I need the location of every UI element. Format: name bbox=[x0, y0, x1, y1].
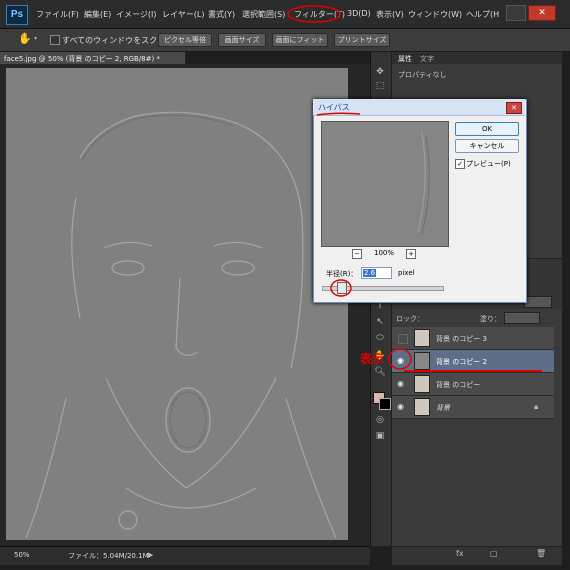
hand-tool-icon[interactable]: ✋ bbox=[18, 31, 32, 47]
fit-screen-size-button[interactable]: 画面サイズ bbox=[218, 33, 266, 47]
eye-icon[interactable]: ◉ bbox=[397, 402, 404, 411]
opacity-field[interactable] bbox=[524, 296, 552, 308]
tab-character[interactable]: 文字 bbox=[420, 54, 434, 64]
tab-properties[interactable]: 属性 bbox=[398, 54, 412, 64]
title-underline-annotation bbox=[316, 112, 361, 116]
menu-image[interactable]: イメージ(I) bbox=[116, 9, 156, 20]
preview-pane[interactable] bbox=[321, 121, 449, 247]
ok-button[interactable]: OK bbox=[455, 122, 519, 136]
status-bar bbox=[0, 546, 370, 565]
layer-thumbnail bbox=[414, 352, 430, 370]
path-selection-tool-icon[interactable]: ↖ bbox=[372, 316, 388, 328]
layer-thumbnail bbox=[414, 375, 430, 393]
visibility-toggle[interactable] bbox=[398, 334, 408, 344]
chevron-down-icon[interactable]: ▾ bbox=[34, 35, 42, 43]
zoom-level[interactable]: 50% bbox=[14, 551, 30, 559]
fill-field[interactable] bbox=[504, 312, 540, 324]
status-arrow-icon[interactable]: ▶ bbox=[148, 551, 153, 559]
menu-layer[interactable]: レイヤー(L) bbox=[162, 9, 204, 20]
menu-help[interactable]: ヘルプ(H bbox=[466, 9, 499, 20]
cancel-button[interactable]: キャンセル bbox=[455, 139, 519, 153]
annotation-circle bbox=[388, 348, 412, 370]
layer-row[interactable]: ◉ 背景 🔒︎ bbox=[392, 396, 554, 419]
properties-tabs bbox=[392, 52, 562, 64]
fit-on-screen-button[interactable]: 画面にフィット bbox=[272, 33, 328, 47]
scroll-all-checkbox[interactable] bbox=[50, 35, 60, 45]
menu-file[interactable]: ファイル(F) bbox=[36, 9, 79, 20]
layer-name: 背景 のコピー 2 bbox=[436, 358, 487, 366]
radius-unit: pixel bbox=[398, 269, 415, 277]
properties-empty-text: プロパティなし bbox=[398, 71, 447, 79]
minimize-button[interactable] bbox=[506, 5, 526, 21]
print-size-button[interactable]: プリントサイズ bbox=[334, 33, 390, 47]
layer-name: 背景 bbox=[436, 404, 450, 412]
dialog-close-button[interactable]: ✕ bbox=[506, 102, 522, 114]
menu-view[interactable]: 表示(V) bbox=[376, 9, 404, 20]
layer-name: 背景 のコピー bbox=[436, 381, 481, 389]
layer-name: 背景 のコピー 3 bbox=[436, 335, 487, 343]
quick-mask-icon[interactable]: ◎ bbox=[372, 414, 388, 426]
zoom-in-button[interactable]: + bbox=[406, 249, 416, 259]
trash-icon[interactable]: 🗑︎ bbox=[536, 549, 546, 558]
preview-zoom-level: 100% bbox=[374, 249, 395, 257]
menu-edit[interactable]: 編集(E) bbox=[84, 9, 111, 20]
slider-annotation-circle bbox=[330, 279, 352, 297]
layer-thumbnail bbox=[414, 329, 430, 347]
eye-icon[interactable]: ◉ bbox=[397, 379, 404, 388]
annotation-label: 表示 bbox=[360, 352, 385, 366]
close-window-button[interactable]: ✕ bbox=[528, 5, 556, 21]
actual-pixels-button[interactable]: ピクセル等倍 bbox=[158, 33, 212, 47]
document-title: face5.jpg @ 50% (背景 のコピー 2, RGB/8#) * bbox=[4, 55, 160, 63]
move-tool-icon[interactable]: ✥ bbox=[372, 66, 388, 78]
screen-mode-icon[interactable]: ▣ bbox=[372, 430, 388, 442]
canvas-image[interactable] bbox=[6, 68, 348, 540]
annotation-underline bbox=[404, 370, 542, 372]
preview-checkbox[interactable]: ✓ bbox=[455, 159, 465, 169]
radius-value: 2.6 bbox=[363, 269, 377, 277]
preview-label: プレビュー(P) bbox=[466, 160, 511, 168]
marquee-tool-icon[interactable]: ⬚ bbox=[372, 80, 388, 92]
fill-label: 塗り： bbox=[480, 315, 501, 323]
menu-3d[interactable]: 3D(D) bbox=[347, 9, 371, 18]
photoshop-logo-icon: Ps bbox=[6, 5, 28, 25]
layer-thumbnail bbox=[414, 398, 430, 416]
ellipse-tool-icon[interactable]: ⬭ bbox=[372, 332, 388, 344]
menu-type[interactable]: 書式(Y) bbox=[208, 9, 235, 20]
zoom-out-button[interactable]: − bbox=[352, 249, 362, 259]
background-color-swatch[interactable] bbox=[379, 398, 391, 410]
menu-window[interactable]: ウィンドウ(W) bbox=[408, 9, 462, 20]
lock-icon: 🔒︎ bbox=[534, 402, 539, 411]
layer-row[interactable]: ◉ 背景 のコピー bbox=[392, 373, 554, 396]
menu-select[interactable]: 選択範囲(S) bbox=[242, 9, 285, 20]
high-pass-face-image bbox=[6, 68, 348, 540]
new-layer-icon[interactable]: ▢ bbox=[490, 549, 498, 558]
layer-row[interactable]: 背景 のコピー 3 bbox=[392, 327, 554, 350]
preview-texture bbox=[322, 122, 448, 246]
radius-input[interactable]: 2.6 bbox=[361, 267, 392, 279]
file-info: ファイル：5.04M/20.1M bbox=[68, 552, 149, 560]
lock-label: ロック： bbox=[396, 315, 424, 323]
filter-menu-highlight bbox=[287, 5, 341, 23]
fx-icon[interactable]: fx bbox=[456, 549, 464, 558]
